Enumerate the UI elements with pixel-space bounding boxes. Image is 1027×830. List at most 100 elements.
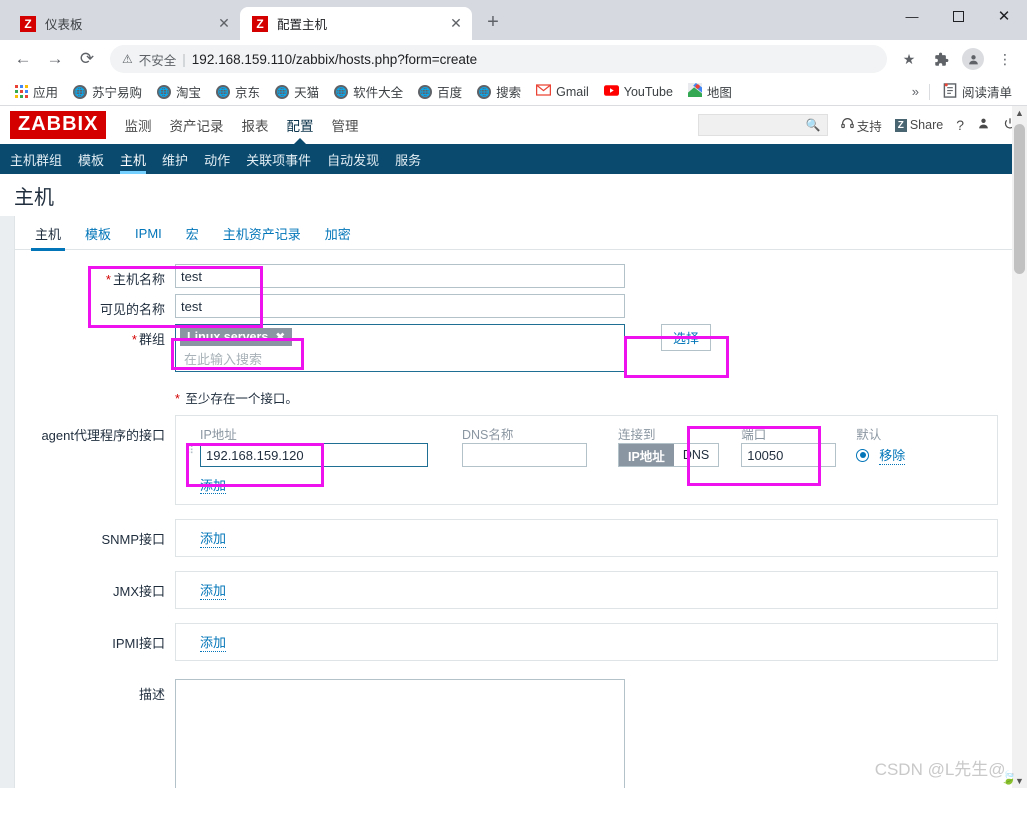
- add-ipmi-interface-link[interactable]: 添加: [200, 632, 227, 652]
- globe-icon: 🌐: [334, 84, 349, 99]
- youtube-icon: [603, 84, 619, 99]
- address-bar[interactable]: ⚠ 不安全 | 192.168.159.110/zabbix/hosts.php…: [110, 45, 887, 73]
- subnav-host-groups[interactable]: 主机群组: [10, 144, 62, 174]
- bookmark-label: 地图: [706, 86, 732, 100]
- visiblename-input[interactable]: [175, 294, 625, 318]
- zabbix-favicon-icon: Z: [20, 15, 36, 32]
- chrome-menu-icon[interactable]: ⋮: [991, 45, 1019, 73]
- back-icon[interactable]: ←: [8, 44, 38, 74]
- search-icon[interactable]: 🔍: [806, 118, 821, 132]
- groups-multiselect[interactable]: Linux servers ✖ 在此输入搜索: [175, 324, 625, 372]
- bookmark-search[interactable]: 🌐 搜索: [470, 79, 528, 104]
- drag-handle-icon[interactable]: ⠿: [186, 424, 196, 457]
- page-title: 主机: [14, 186, 54, 209]
- bookmark-youtube[interactable]: YouTube: [597, 82, 680, 102]
- interface-default-radio[interactable]: [856, 448, 870, 462]
- new-tab-button[interactable]: +: [478, 8, 508, 38]
- required-marker: *: [175, 392, 180, 406]
- share-link[interactable]: Z Share: [894, 118, 943, 132]
- form-tabbar: 主机 模板 IPMI 宏 主机资产记录 加密: [15, 216, 1012, 251]
- maximize-button[interactable]: [935, 0, 981, 32]
- menu-item-administration[interactable]: 管理: [331, 106, 358, 144]
- interface-dns-input[interactable]: [462, 443, 587, 467]
- bookmark-software[interactable]: 🌐 软件大全: [327, 79, 410, 104]
- field-row-groups: * 群组 Linux servers ✖ 在此输入搜索 选择: [15, 324, 1012, 372]
- close-window-button[interactable]: ✕: [981, 0, 1027, 32]
- add-agent-interface-link[interactable]: 添加: [200, 478, 227, 494]
- reading-list-button[interactable]: 阅读清单: [936, 79, 1019, 104]
- bookmark-maps[interactable]: 地图: [681, 79, 739, 104]
- subnav-discovery[interactable]: 自动发现: [327, 144, 379, 174]
- forward-icon[interactable]: →: [40, 44, 70, 74]
- hostname-control: [175, 264, 1012, 288]
- tab-host[interactable]: 主机: [23, 216, 73, 251]
- reload-icon[interactable]: ⟳: [72, 44, 102, 74]
- subnav-maintenance[interactable]: 维护: [162, 144, 188, 174]
- close-tab-icon[interactable]: ✕: [448, 15, 464, 32]
- menu-item-inventory[interactable]: 资产记录: [169, 106, 223, 144]
- close-tab-icon[interactable]: ✕: [216, 15, 232, 32]
- connect-to-option-ip[interactable]: IP地址: [619, 444, 674, 466]
- subnav-services[interactable]: 服务: [395, 144, 421, 174]
- scrollbar-thumb[interactable]: [1014, 124, 1025, 274]
- menu-item-configuration[interactable]: 配置: [286, 106, 313, 144]
- browser-tab-configure-host[interactable]: Z 配置主机 ✕: [240, 7, 472, 40]
- hostname-input[interactable]: [175, 264, 625, 288]
- chip-remove-icon[interactable]: ✖: [275, 330, 285, 344]
- bookmarks-overflow-icon[interactable]: »: [908, 84, 923, 99]
- bookmark-baidu[interactable]: 🌐 百度: [411, 79, 469, 104]
- tab-ipmi[interactable]: IPMI: [123, 216, 174, 250]
- bookmark-suning[interactable]: 🌐 苏宁易购: [66, 79, 149, 104]
- global-search-input[interactable]: 🔍: [697, 114, 828, 136]
- bookmark-gmail[interactable]: Gmail: [529, 81, 596, 102]
- bookmark-label: 应用: [33, 86, 59, 100]
- add-snmp-interface-link[interactable]: 添加: [200, 528, 227, 548]
- bookmark-jd[interactable]: 🌐 京东: [209, 79, 267, 104]
- subnav-hosts[interactable]: 主机: [120, 144, 147, 174]
- interface-port-input[interactable]: [741, 443, 837, 467]
- subnav-templates[interactable]: 模板: [78, 144, 104, 174]
- minimize-button[interactable]: —: [889, 0, 935, 32]
- bookmark-taobao[interactable]: 🌐 淘宝: [150, 79, 208, 104]
- interface-remove-link[interactable]: 移除: [879, 445, 906, 465]
- bookmark-star-icon[interactable]: ★: [895, 45, 923, 73]
- extensions-puzzle-icon[interactable]: [927, 45, 955, 73]
- snmp-interface-label: SNMP接口: [101, 532, 165, 547]
- subnav-actions[interactable]: 动作: [204, 144, 230, 174]
- field-row-ipmi-interface: IPMI接口 添加: [15, 623, 1012, 661]
- zabbix-share-badge-icon: Z: [894, 118, 907, 132]
- page-scrollbar[interactable]: ▲ ▼: [1012, 106, 1027, 788]
- connect-to-toggle[interactable]: IP地址 DNS: [618, 443, 720, 467]
- help-icon[interactable]: ?: [956, 117, 964, 133]
- tab-templates[interactable]: 模板: [73, 216, 123, 250]
- subnav-event-correlation[interactable]: 关联项事件: [246, 144, 311, 174]
- menu-item-monitoring[interactable]: 监测: [124, 106, 151, 144]
- tab-host-inventory[interactable]: 主机资产记录: [211, 216, 313, 250]
- support-label: 支持: [856, 119, 882, 134]
- tab-macros[interactable]: 宏: [174, 216, 211, 250]
- person-icon[interactable]: [977, 117, 990, 133]
- globe-icon: 🌐: [157, 84, 172, 99]
- interface-ip-input[interactable]: [200, 443, 428, 467]
- interface-required-hint: * 至少存在一个接口。: [175, 388, 1012, 407]
- browser-tab-dashboard[interactable]: Z 仪表板 ✕: [8, 7, 240, 40]
- field-row-agent-interface: agent代理程序的接口 ⠿ IP地址 DNS名称: [15, 415, 1012, 505]
- zabbix-favicon-icon: Z: [252, 15, 268, 32]
- select-group-button[interactable]: 选择: [661, 324, 712, 351]
- globe-icon: 🌐: [275, 84, 290, 99]
- scroll-up-arrow-icon[interactable]: ▲: [1012, 108, 1027, 118]
- group-chip-linux-servers[interactable]: Linux servers ✖: [180, 328, 293, 346]
- menu-item-reports[interactable]: 报表: [241, 106, 268, 144]
- zabbix-logo[interactable]: ZABBIX: [10, 111, 107, 139]
- connect-to-option-dns[interactable]: DNS: [673, 444, 719, 466]
- bookmark-tmall[interactable]: 🌐 天猫: [268, 79, 326, 104]
- tab-encryption[interactable]: 加密: [313, 216, 363, 250]
- description-textarea[interactable]: [175, 679, 625, 788]
- bookmark-apps[interactable]: 应用: [8, 79, 65, 104]
- chip-label: Linux servers: [187, 330, 269, 344]
- support-link[interactable]: 支持: [840, 116, 882, 135]
- zabbix-header: ZABBIX 监测 资产记录 报表 配置 管理 🔍 支持 Z Share ?: [0, 106, 1027, 144]
- col-port: 端口: [741, 424, 837, 467]
- profile-avatar-icon[interactable]: [959, 45, 987, 73]
- add-jmx-interface-link[interactable]: 添加: [200, 580, 227, 600]
